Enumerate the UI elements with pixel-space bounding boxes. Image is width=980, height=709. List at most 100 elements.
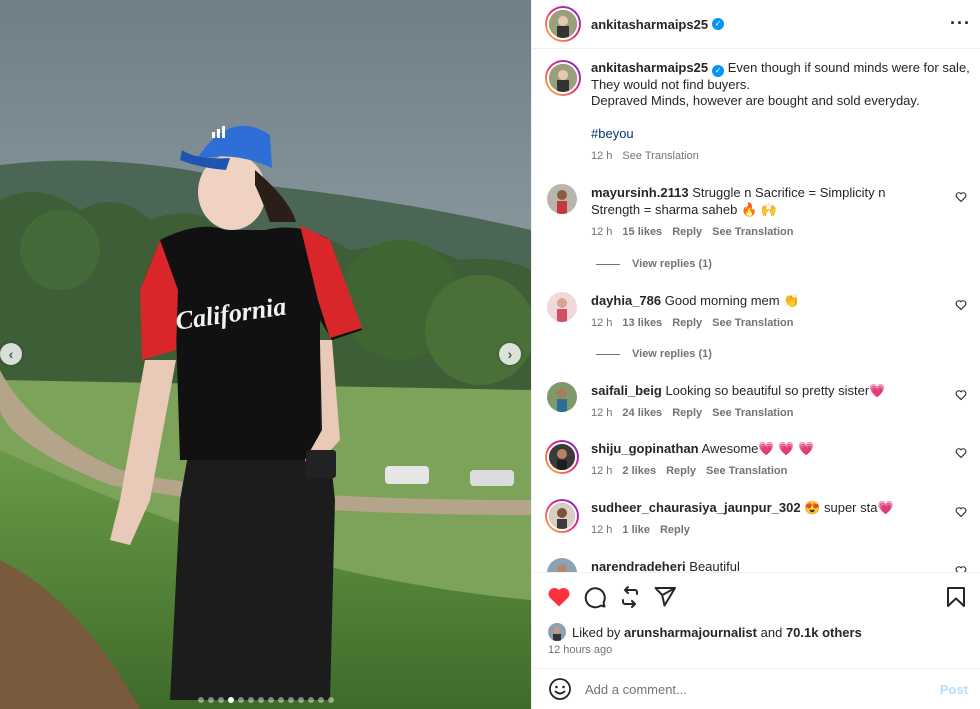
chevron-left-icon[interactable]: ‹ xyxy=(0,343,22,365)
emoji-icon[interactable] xyxy=(548,677,572,701)
comment-item: saifali_beig Looking so beautiful so pre… xyxy=(547,382,967,422)
avatar[interactable] xyxy=(545,440,579,474)
see-translation-link[interactable]: See Translation xyxy=(712,407,793,419)
comment-username[interactable]: mayursinh.2113 xyxy=(591,185,689,200)
verified-icon: ✓ xyxy=(712,65,725,77)
heart-icon[interactable] xyxy=(547,585,571,609)
comment-username[interactable]: sudheer_chaurasiya_jaunpur_302 xyxy=(591,500,801,515)
comment-item: narendradeheri Beautiful xyxy=(547,558,967,572)
comment-likes[interactable]: 24 likes xyxy=(622,407,662,419)
post-caption: ankitasharmaips25 ✓ Even though if sound … xyxy=(545,60,970,164)
avatar[interactable] xyxy=(547,292,577,322)
carousel-dots xyxy=(0,697,531,703)
comment-item: sudheer_chaurasiya_jaunpur_302 😍 super s… xyxy=(545,499,967,539)
likes-summary[interactable]: Liked by arunsharmajournalist and 70.1k … xyxy=(548,623,862,641)
reply-button[interactable]: Reply xyxy=(672,407,702,419)
chevron-right-icon[interactable]: › xyxy=(499,343,521,365)
post-photo: California xyxy=(0,0,531,709)
hashtag-link[interactable]: #beyou xyxy=(591,126,970,142)
comment-username[interactable]: dayhia_786 xyxy=(591,293,661,308)
comments-list[interactable]: ankitasharmaips25 ✓ Even though if sound … xyxy=(532,50,980,572)
comment-item: mayursinh.2113 Struggle n Sacrifice = Si… xyxy=(547,184,967,241)
carousel-dot xyxy=(317,697,324,703)
heart-icon[interactable] xyxy=(955,389,967,401)
send-icon[interactable] xyxy=(653,585,677,609)
bookmark-icon[interactable] xyxy=(944,585,968,609)
carousel-dot xyxy=(217,697,224,703)
avatar[interactable] xyxy=(545,6,581,42)
avatar[interactable] xyxy=(547,184,577,214)
carousel-dot xyxy=(277,697,284,703)
comment-icon[interactable] xyxy=(583,585,607,609)
see-translation-link[interactable]: See Translation xyxy=(706,465,787,477)
reply-button[interactable]: Reply xyxy=(666,465,696,477)
post-button[interactable]: Post xyxy=(940,682,968,697)
comment-likes[interactable]: 13 likes xyxy=(622,317,662,329)
comment-text: Looking so beautiful so pretty sister💗 xyxy=(665,383,886,398)
comment-time[interactable]: 12 h xyxy=(591,317,612,329)
caption-line: Depraved Minds, however are bought and s… xyxy=(591,93,920,108)
liked-by-others[interactable]: 70.1k others xyxy=(786,625,862,640)
share-icon[interactable] xyxy=(618,585,642,609)
post-time[interactable]: 12 hours ago xyxy=(548,644,612,656)
carousel-dot xyxy=(307,697,314,703)
see-translation-link[interactable]: See Translation xyxy=(622,150,698,162)
comment-likes[interactable]: 2 likes xyxy=(622,465,656,477)
comment-text: Awesome💗 💗 💗 xyxy=(701,441,815,456)
comment-item: shiju_gopinathan Awesome💗 💗 💗 12 h 2 like… xyxy=(545,440,967,480)
post-username[interactable]: ankitasharmaips25 xyxy=(591,17,708,32)
avatar[interactable] xyxy=(545,60,581,96)
avatar[interactable] xyxy=(545,499,579,533)
caption-time[interactable]: 12 h xyxy=(591,150,612,162)
comment-time[interactable]: 12 h xyxy=(591,465,612,477)
post-media[interactable]: California ‹ › xyxy=(0,0,531,709)
reply-button[interactable]: Reply xyxy=(660,524,690,536)
comment-likes[interactable]: 1 like xyxy=(622,524,650,536)
carousel-dot xyxy=(257,697,264,703)
liked-by-and: and xyxy=(760,624,783,640)
comment-likes[interactable]: 15 likes xyxy=(622,226,662,238)
heart-icon[interactable] xyxy=(955,565,967,572)
comment-text: Good morning mem 👏 xyxy=(664,293,800,308)
comment-time[interactable]: 12 h xyxy=(591,226,612,238)
caption-line: Even though if sound minds were for sale… xyxy=(727,60,970,75)
see-translation-link[interactable]: See Translation xyxy=(712,317,793,329)
view-replies-button[interactable]: View replies (1) xyxy=(596,348,712,360)
carousel-dot xyxy=(287,697,294,703)
liked-by-prefix: Liked by xyxy=(572,624,621,640)
heart-icon[interactable] xyxy=(955,447,967,459)
heart-icon[interactable] xyxy=(955,191,967,203)
post-details-panel: ankitasharmaips25 ✓ ··· ankitasharmaips2… xyxy=(531,0,980,709)
reply-button[interactable]: Reply xyxy=(672,317,702,329)
view-replies-label: View replies (1) xyxy=(632,258,712,270)
comment-text: Beautiful xyxy=(689,559,740,572)
reply-button[interactable]: Reply xyxy=(672,226,702,238)
see-translation-link[interactable]: See Translation xyxy=(712,226,793,238)
comment-item: dayhia_786 Good morning mem 👏 12 h 13 lik… xyxy=(547,292,967,332)
view-replies-button[interactable]: View replies (1) xyxy=(596,258,712,270)
avatar[interactable] xyxy=(547,558,577,572)
carousel-dot xyxy=(247,697,254,703)
comment-username[interactable]: saifali_beig xyxy=(591,383,662,398)
caption-username[interactable]: ankitasharmaips25 xyxy=(591,60,708,75)
liked-by-user[interactable]: arunsharmajournalist xyxy=(624,625,757,640)
more-icon[interactable]: ··· xyxy=(950,13,971,34)
heart-icon[interactable] xyxy=(955,299,967,311)
comment-time[interactable]: 12 h xyxy=(591,524,612,536)
comment-username[interactable]: narendradeheri xyxy=(591,559,686,572)
avatar[interactable] xyxy=(547,382,577,412)
caption-line: They would not find buyers. xyxy=(591,77,750,92)
carousel-dot xyxy=(197,697,204,703)
post-header: ankitasharmaips25 ✓ ··· xyxy=(532,0,980,49)
comment-text: 😍 super sta💗 xyxy=(804,500,894,515)
view-replies-label: View replies (1) xyxy=(632,348,712,360)
carousel-dot xyxy=(237,697,244,703)
comment-username[interactable]: shiju_gopinathan xyxy=(591,441,699,456)
carousel-dot xyxy=(207,697,214,703)
carousel-dot xyxy=(227,697,234,703)
comment-time[interactable]: 12 h xyxy=(591,407,612,419)
post-actions: Liked by arunsharmajournalist and 70.1k … xyxy=(532,572,980,668)
comment-input[interactable] xyxy=(585,681,925,697)
heart-icon[interactable] xyxy=(955,506,967,518)
avatar xyxy=(548,623,566,641)
